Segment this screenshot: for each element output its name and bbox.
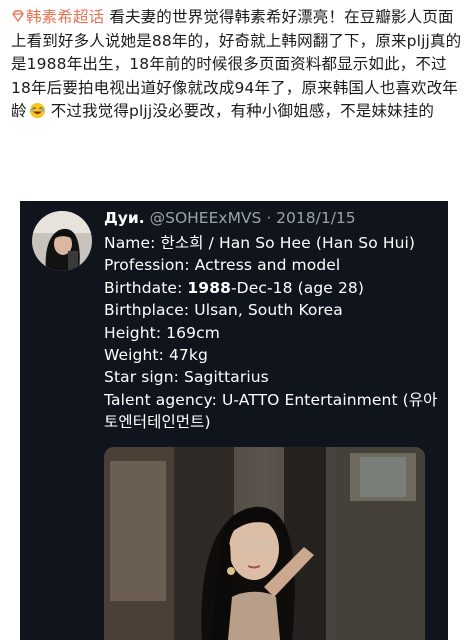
weight-line: Weight: 47kg — [104, 346, 208, 365]
birthdate-line: Birthdate: 1988-Dec-18 (age 28) — [104, 277, 440, 299]
avatar[interactable] — [32, 211, 92, 271]
repost-card[interactable]: Дуи. @SOHEExMVS · 2018/1/15 Name: 한소희 / … — [20, 201, 448, 640]
profession-line: Profession: Actress and model — [104, 256, 341, 275]
birthdate-year: 1988 — [187, 278, 231, 297]
star-sign-line: Star sign: Sagittarius — [104, 368, 269, 387]
name-value: 한소희 / Han So Hee (Han So Hui) — [160, 234, 416, 252]
topic-label[interactable]: 韩素希超话 — [26, 8, 104, 26]
topic-link[interactable]: 韩素希超话 — [11, 8, 104, 26]
post-text: 韩素希超话 看夫妻的世界觉得韩素希好漂亮！在豆瓣影人页面上看到好多人说她是88年… — [11, 6, 463, 124]
talent-agency-line: Talent agency: U-ATTO Entertainment (유아토… — [104, 390, 438, 432]
tweet-handle[interactable]: @SOHEExMVS — [150, 209, 262, 227]
laughing-emoji-icon — [29, 103, 45, 119]
diamond-topic-icon — [12, 10, 24, 22]
name-label: Name: — [104, 234, 161, 252]
tweet-body: Name: 한소희 / Han So Hee (Han So Hui) Prof… — [104, 232, 440, 434]
birthplace-line: Birthplace: Ulsan, South Korea — [104, 301, 343, 320]
post-body-text-2: 不过我觉得pljj没必要改，有种小御姐感，不是妹妹挂的 — [50, 102, 435, 121]
tweet-header: Дуи. @SOHEExMVS · 2018/1/15 — [104, 209, 444, 227]
name-line: Name: 한소희 / Han So Hee (Han So Hui) — [104, 232, 440, 254]
birthdate-label: Birthdate: — [104, 278, 188, 297]
height-line: Height: 169cm — [104, 323, 220, 342]
tweet-date: · 2018/1/15 — [266, 209, 356, 227]
tweet-photo[interactable] — [104, 447, 425, 640]
birthdate-rest: -Dec-18 (age 28) — [230, 278, 365, 297]
display-name[interactable]: Дуи. — [104, 209, 145, 227]
